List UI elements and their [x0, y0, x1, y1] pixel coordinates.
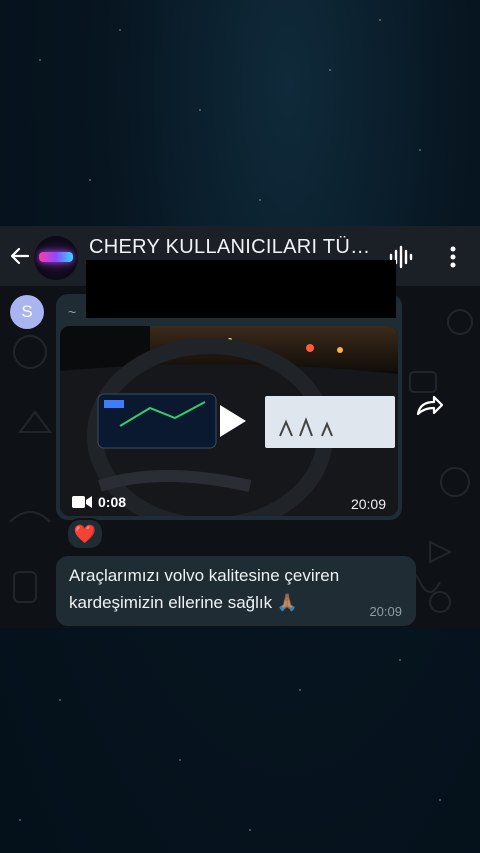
text-message-bubble[interactable]: Araçlarımızı volvo kalitesine çeviren ka…	[56, 556, 416, 626]
sender-avatar[interactable]: S	[10, 295, 44, 329]
play-icon[interactable]	[206, 397, 254, 445]
group-title[interactable]: CHERY KULLANICILARI TÜR...	[89, 236, 379, 259]
heart-reaction[interactable]: ❤️	[66, 518, 104, 550]
message-time: 20:09	[369, 604, 402, 619]
video-message-bubble[interactable]: ~ 0:08 20:09	[56, 294, 402, 520]
video-thumbnail[interactable]: 0:08 20:09	[60, 326, 398, 516]
group-avatar[interactable]	[34, 236, 78, 280]
message-time: 20:09	[350, 496, 386, 512]
chat-window: CHERY KULLANICILARI TÜR... S ~ 0:08 20:0…	[0, 226, 480, 628]
forward-icon[interactable]	[416, 394, 444, 418]
video-duration-badge: 0:08	[72, 494, 126, 510]
arrow-left-icon[interactable]	[8, 244, 32, 268]
sender-name[interactable]: ~	[68, 304, 76, 320]
video-duration: 0:08	[98, 494, 127, 510]
group-avatar-logo	[39, 252, 73, 262]
video-camera-icon	[72, 496, 92, 508]
message-text: Araçlarımızı volvo kalitesine çeviren ka…	[69, 566, 340, 612]
more-vert-icon[interactable]	[440, 244, 466, 270]
redaction-block	[86, 260, 396, 318]
